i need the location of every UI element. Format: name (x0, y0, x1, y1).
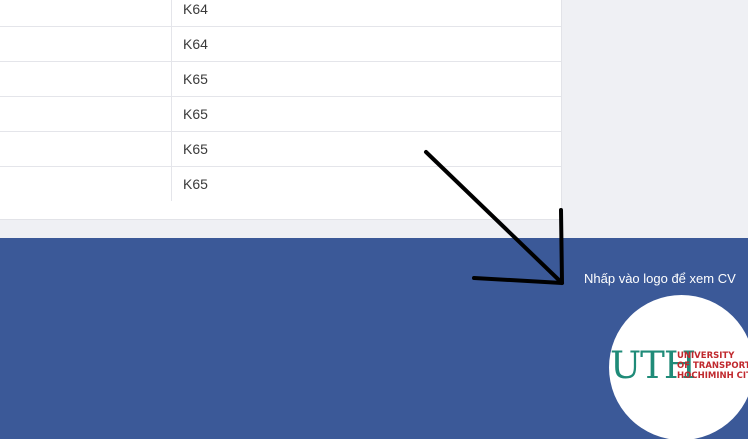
logo-line-university: UNIVERSITY (677, 351, 735, 361)
class-cell: K64 (183, 0, 208, 17)
table-row: K64 (0, 26, 561, 61)
table-row: K65 (0, 166, 561, 201)
table-cell (0, 132, 172, 166)
footer: Nhấp vào logo để xem CV UTH UNIVERSITY O… (0, 238, 748, 439)
table-cell (0, 0, 172, 26)
footer-hint-text: Nhấp vào logo để xem CV (584, 271, 736, 286)
table-row: K65 (0, 131, 561, 166)
class-cell: K65 (183, 176, 208, 192)
table-cell (0, 62, 172, 96)
class-cell: K65 (183, 141, 208, 157)
uth-logo-link[interactable]: UTH UNIVERSITY OF TRANSPORT HOCHIMINH CI… (609, 295, 748, 439)
page: K64 K64 K65 K65 K65 K65 Nhấp vào logo để… (0, 0, 748, 439)
class-cell: K65 (183, 106, 208, 122)
table-cell (0, 167, 172, 201)
student-table: K64 K64 K65 K65 K65 K65 (0, 0, 562, 220)
table-row: K65 (0, 96, 561, 131)
class-cell: K65 (183, 71, 208, 87)
table-cell (0, 27, 172, 61)
class-cell: K64 (183, 36, 208, 52)
logo-line-transport: OF TRANSPORT (677, 361, 748, 371)
logo-line-city: HOCHIMINH CITY (677, 371, 748, 381)
uth-logo-text: UNIVERSITY OF TRANSPORT HOCHIMINH CITY (677, 351, 748, 381)
table-row: K65 (0, 61, 561, 96)
table-row: K64 (0, 0, 561, 26)
table-cell (0, 97, 172, 131)
